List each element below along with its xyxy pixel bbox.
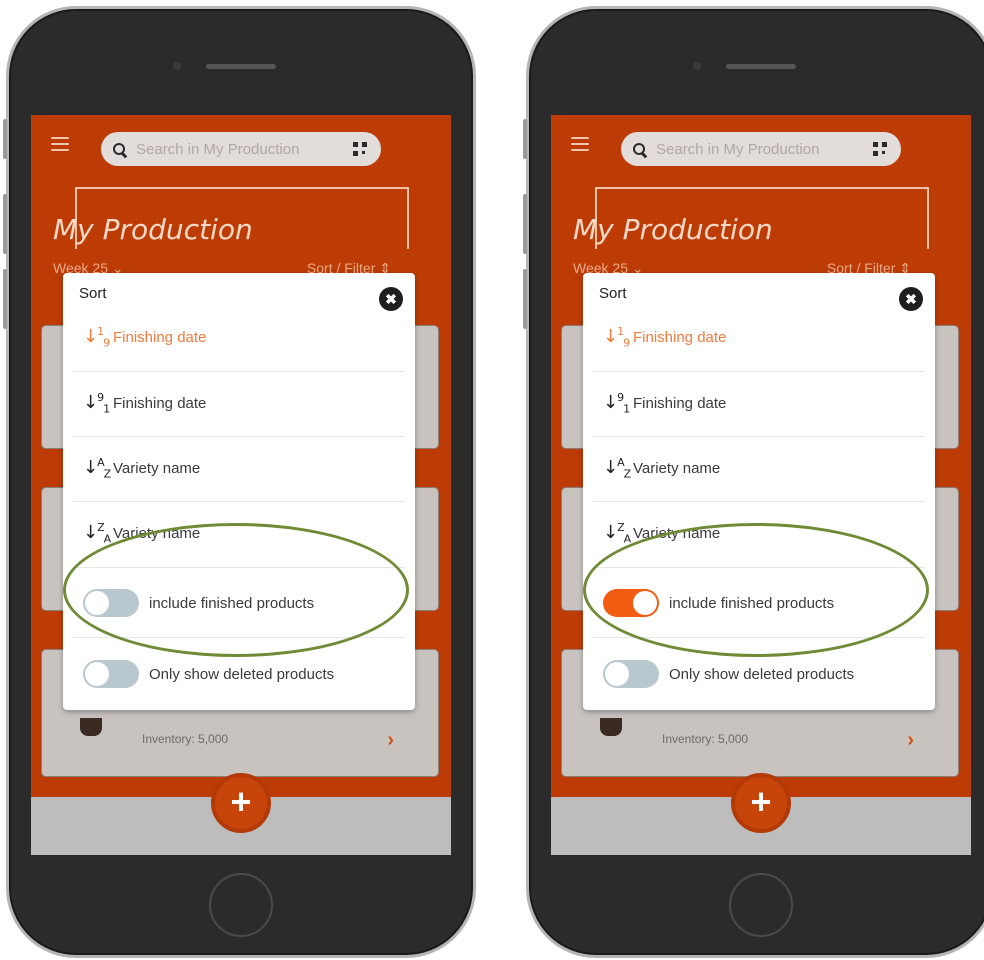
side-button [523,119,527,159]
search-icon [633,142,646,156]
home-button[interactable] [729,873,793,937]
toggle-label: Only show deleted products [669,665,855,683]
page-title: My Production [573,213,773,246]
page-title: My Production [53,213,253,246]
highlight-ellipse [63,523,409,657]
sort-option-label: Variety name [113,459,201,477]
hamburger-menu-icon[interactable] [51,137,69,151]
phone-mockup-right: Search in My Production My Production We… [523,6,984,958]
camera-icon [693,62,701,70]
inventory-label: Inventory: 5,000 [142,732,229,746]
sort-alpha-desc-icon: ↓ZA [603,520,631,546]
sort-numeric-desc-icon: ↓91 [603,390,630,416]
sort-option-finishing-date-asc[interactable]: ↓19 Finishing date [63,305,415,369]
chevron-right-icon[interactable]: › [387,729,394,752]
search-input[interactable]: Search in My Production [656,141,873,158]
sort-numeric-asc-icon: ↓19 [83,324,110,350]
search-icon [113,142,126,156]
sort-option-variety-name-asc[interactable]: ↓AZ Variety name [63,436,415,500]
top-bar: Search in My Production [551,115,971,175]
hamburger-menu-icon[interactable] [571,137,589,151]
side-button [3,119,7,159]
sort-option-variety-name-asc[interactable]: ↓AZ Variety name [583,436,935,500]
side-button [523,269,527,329]
qr-code-icon[interactable] [353,142,367,156]
sort-option-finishing-date-desc[interactable]: ↓91 Finishing date [63,371,415,435]
highlight-ellipse [583,523,929,657]
search-input[interactable]: Search in My Production [136,141,353,158]
camera-icon [173,62,181,70]
qr-code-icon[interactable] [873,142,887,156]
speaker-grille [726,64,796,69]
sort-option-finishing-date-asc[interactable]: ↓19 Finishing date [583,305,935,369]
sort-option-label: Finishing date [113,394,207,412]
sort-numeric-desc-icon: ↓91 [83,390,110,416]
side-button [3,194,7,254]
home-button[interactable] [209,873,273,937]
deleted-products-toggle-row: Only show deleted products [583,654,935,694]
deleted-products-toggle[interactable] [83,660,139,688]
sort-option-label: Finishing date [633,328,727,346]
sort-alpha-asc-icon: ↓AZ [83,455,111,481]
phone-mockup-left: Search in My Production My Production We… [3,6,476,958]
top-bar: Search in My Production [31,115,451,175]
deleted-products-toggle-row: Only show deleted products [63,654,415,694]
sort-option-label: Variety name [633,459,721,477]
sort-option-finishing-date-desc[interactable]: ↓91 Finishing date [583,371,935,435]
modal-title: Sort [79,285,107,302]
app-screen: Search in My Production My Production We… [551,115,971,855]
sort-option-label: Finishing date [633,394,727,412]
search-bar[interactable]: Search in My Production [621,132,901,166]
deleted-products-toggle[interactable] [603,660,659,688]
sort-alpha-desc-icon: ↓ZA [83,520,111,546]
inventory-label: Inventory: 5,000 [662,732,749,746]
side-button [523,194,527,254]
add-button[interactable]: + [731,773,791,833]
side-button [3,269,7,329]
sort-option-label: Finishing date [113,328,207,346]
app-screen: Search in My Production My Production We… [31,115,451,855]
toggle-label: Only show deleted products [149,665,335,683]
add-button[interactable]: + [211,773,271,833]
modal-title: Sort [599,285,627,302]
speaker-grille [206,64,276,69]
search-bar[interactable]: Search in My Production [101,132,381,166]
chevron-right-icon[interactable]: › [907,729,914,752]
sort-alpha-asc-icon: ↓AZ [603,455,631,481]
sort-numeric-asc-icon: ↓19 [603,324,630,350]
